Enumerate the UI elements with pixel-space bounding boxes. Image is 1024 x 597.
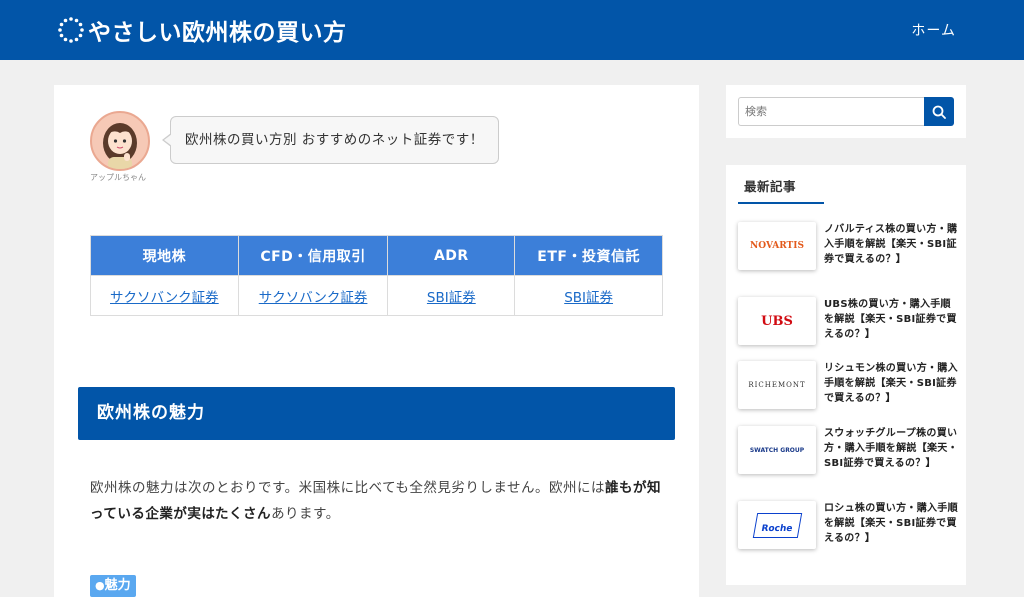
post-title[interactable]: ロシュ株の買い方・購入手順を解説【楽天・SBI証券で買えるの？】 — [824, 501, 960, 549]
post-thumbnail[interactable]: NOVARTIS — [738, 222, 816, 270]
table-header-cell: ADR — [387, 235, 516, 276]
paragraph-text: あります。 — [271, 506, 340, 522]
point-label-text: 魅力 — [104, 578, 131, 593]
richemont-logo-text: RICHEMONT — [748, 381, 806, 389]
post-title[interactable]: ノバルティス株の買い方・購入手順を解説【楽天・SBI証券で買えるの？】 — [824, 222, 960, 270]
post-thumbnail[interactable]: SWATCH GROUP — [738, 426, 816, 474]
nav-home-link[interactable]: ホーム — [911, 20, 956, 40]
main-content: アップルちゃん 欧州株の買い方別 おすすめのネット証券です！ 現地株 CFD・信… — [54, 85, 699, 597]
table-header-row: 現地株 CFD・信用取引 ADR ETF・投資信託 — [90, 235, 663, 276]
site-header: やさしい欧州株の買い方 ホーム — [0, 0, 1024, 60]
table-row: サクソバンク証券 サクソバンク証券 SBI証券 SBI証券 — [90, 275, 663, 316]
broker-link[interactable]: SBI証券 — [427, 290, 476, 306]
post-thumbnail[interactable]: UBS — [738, 297, 816, 345]
point-label: ●魅力 — [90, 575, 136, 597]
ubs-logo-text: UBS — [761, 313, 793, 329]
broker-link[interactable]: サクソバンク証券 — [259, 290, 368, 306]
novartis-logo-text: NOVARTIS — [750, 241, 804, 251]
list-item[interactable]: UBS UBS株の買い方・購入手順を解説【楽天・SBI証券で買えるの？】 — [738, 297, 960, 345]
table-cell: サクソバンク証券 — [90, 275, 239, 316]
speech-balloon: アップルちゃん 欧州株の買い方別 おすすめのネット証券です！ — [90, 111, 510, 191]
table-header-cell: ETF・投資信託 — [514, 235, 663, 276]
list-item[interactable]: RICHEMONT リシュモン株の買い方・購入手順を解説【楽天・SBI証券で買え… — [738, 361, 960, 409]
swatch-group-logo-text: SWATCH GROUP — [749, 446, 805, 454]
girl-avatar-icon — [103, 123, 137, 169]
table-header-cell: CFD・信用取引 — [237, 235, 389, 276]
avatar — [90, 111, 150, 171]
paragraph-text: 欧州株の魅力は次のとおりです。米国株に比べても全然見劣りしません。欧州には — [90, 480, 606, 496]
avatar-block: アップルちゃん — [90, 111, 152, 182]
recent-posts-title: 最新記事 — [738, 176, 824, 204]
table-cell: サクソバンク証券 — [237, 275, 389, 316]
list-item[interactable]: SWATCH GROUP スウォッチグループ株の買い方・購入手順を解説【楽天・S… — [738, 426, 960, 474]
eu-stars-icon — [58, 17, 84, 43]
roche-logo-text: Roche — [760, 523, 793, 534]
table-cell: SBI証券 — [514, 275, 663, 316]
post-title[interactable]: UBS株の買い方・購入手順を解説【楽天・SBI証券で買えるの？】 — [824, 297, 960, 345]
section-heading: 欧州株の魅力 — [78, 387, 675, 440]
speech-bubble: 欧州株の買い方別 おすすめのネット証券です！ — [162, 116, 499, 164]
post-title[interactable]: スウォッチグループ株の買い方・購入手順を解説【楽天・SBI証券で買えるの？】 — [824, 426, 960, 474]
avatar-name: アップルちゃん — [90, 173, 146, 182]
table-cell: SBI証券 — [387, 275, 516, 316]
post-thumbnail[interactable]: Roche — [738, 501, 816, 549]
broker-link[interactable]: サクソバンク証券 — [110, 290, 219, 306]
site-title[interactable]: やさしい欧州株の買い方 — [88, 13, 347, 47]
search-input[interactable] — [738, 97, 924, 126]
section-paragraph: 欧州株の魅力は次のとおりです。米国株に比べても全然見劣りしません。欧州には誰もが… — [90, 475, 670, 527]
search-button[interactable] — [924, 97, 954, 126]
broker-link[interactable]: SBI証券 — [564, 290, 613, 306]
list-item[interactable]: Roche ロシュ株の買い方・購入手順を解説【楽天・SBI証券で買えるの？】 — [738, 501, 960, 549]
broker-table: 現地株 CFD・信用取引 ADR ETF・投資信託 サクソバンク証券 サクソバン… — [90, 235, 663, 316]
table-header-cell: 現地株 — [90, 235, 239, 276]
recent-posts-widget: 最新記事 NOVARTIS ノバルティス株の買い方・購入手順を解説【楽天・SBI… — [726, 165, 966, 585]
post-title[interactable]: リシュモン株の買い方・購入手順を解説【楽天・SBI証券で買えるの？】 — [824, 361, 960, 409]
post-thumbnail[interactable]: RICHEMONT — [738, 361, 816, 409]
roche-logo: Roche — [752, 512, 802, 538]
lightbulb-icon: ● — [95, 579, 105, 592]
sidebar-search-widget — [726, 85, 966, 138]
list-item[interactable]: NOVARTIS ノバルティス株の買い方・購入手順を解説【楽天・SBI証券で買え… — [738, 222, 960, 270]
site-logo[interactable]: やさしい欧州株の買い方 — [56, 14, 347, 46]
search-icon — [932, 105, 946, 119]
